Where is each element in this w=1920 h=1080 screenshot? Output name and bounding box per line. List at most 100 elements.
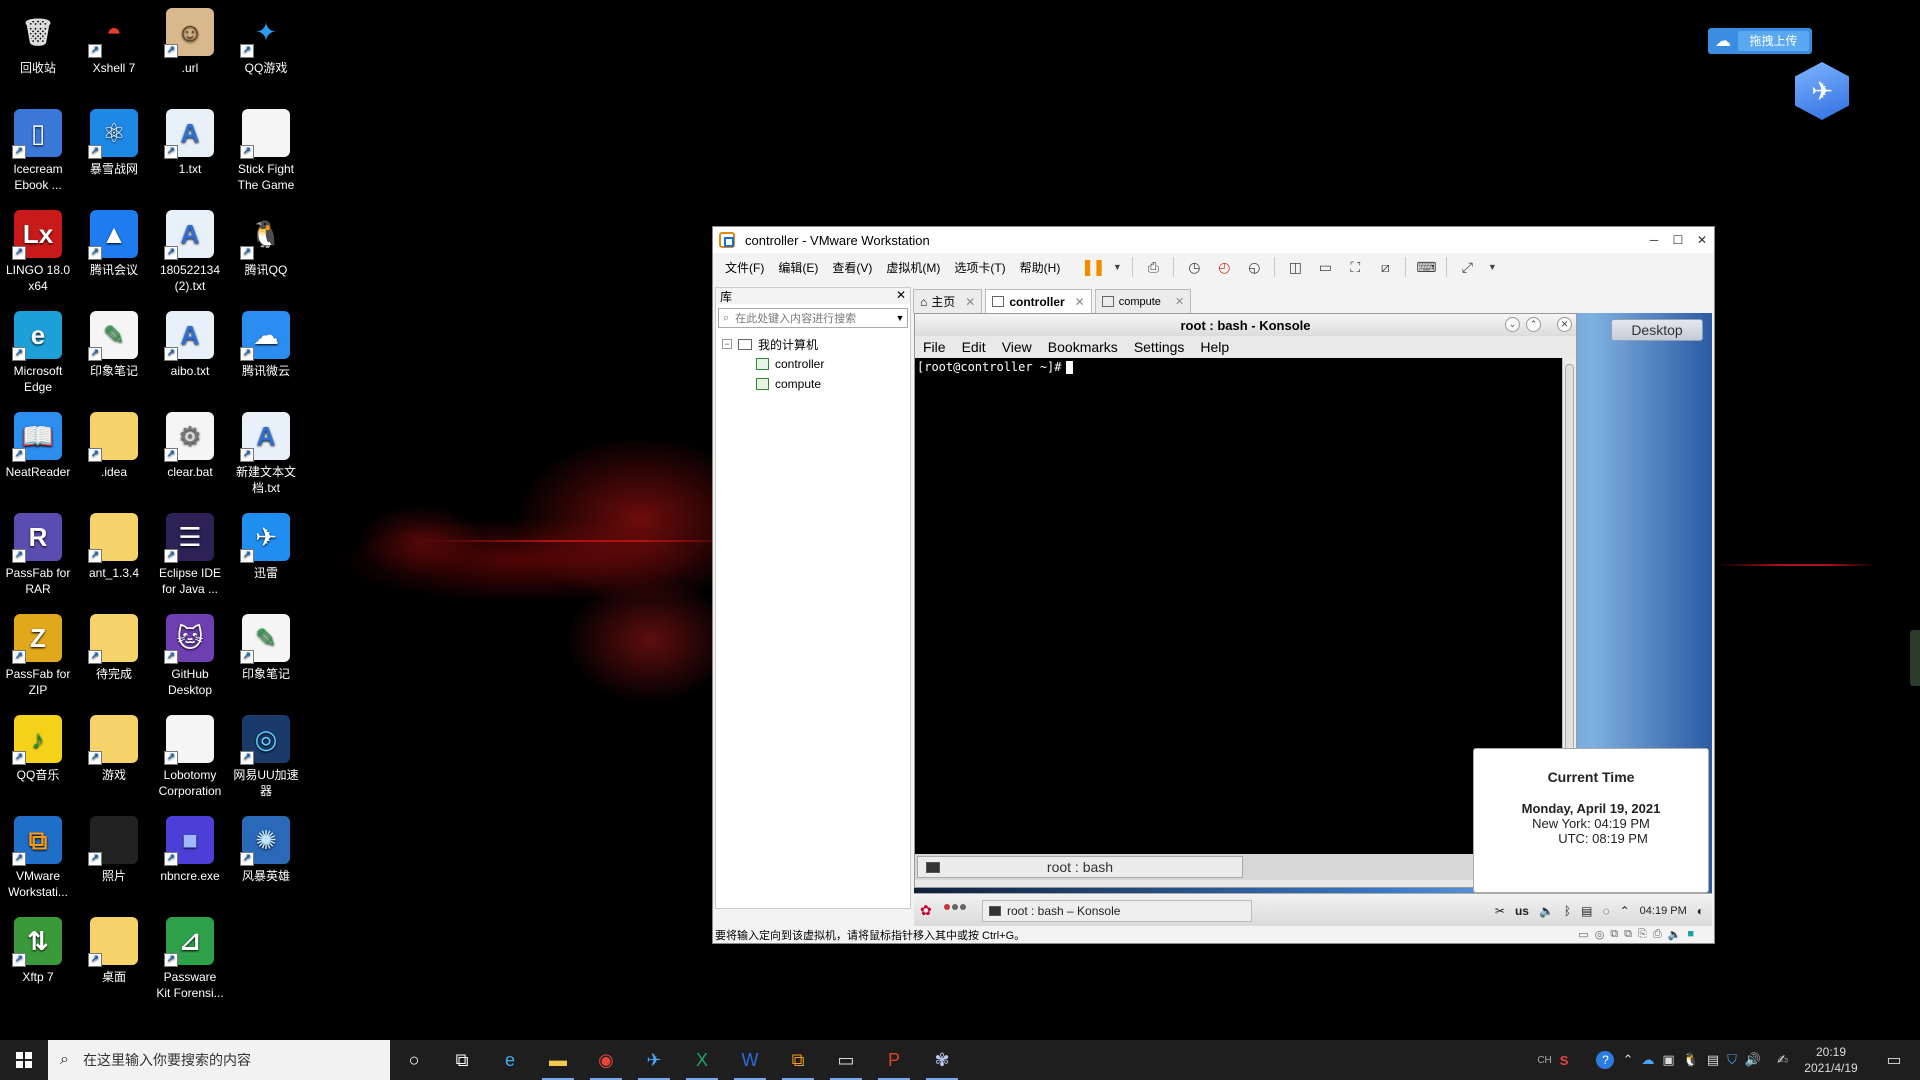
- tab-compute[interactable]: compute ✕: [1094, 289, 1192, 313]
- taskbar-clock[interactable]: 20:19 2021/4/19: [1796, 1044, 1866, 1076]
- pause-icon[interactable]: ❚❚: [1081, 257, 1106, 277]
- guest-taskbar-item[interactable]: root : bash – Konsole: [982, 899, 1252, 922]
- desktop-icon[interactable]: A ↗ 新建文本文 档.txt: [230, 412, 302, 496]
- bluetooth-icon[interactable]: ᛒ: [1564, 904, 1571, 918]
- unity-icon[interactable]: ⧄: [1375, 257, 1395, 277]
- desktop-icon[interactable]: A ↗ 180522134 (2).txt: [154, 210, 226, 294]
- send-ctrl-alt-del-icon[interactable]: ⎙: [1143, 257, 1163, 277]
- sound-icon[interactable]: 🔈: [1668, 928, 1682, 941]
- snapshot-icon[interactable]: ◷: [1184, 257, 1204, 277]
- tree-root[interactable]: − 我的计算机: [716, 334, 910, 354]
- desktop-icon[interactable]: ◎ ↗ 网易UU加速 器: [230, 715, 302, 799]
- library-search-input[interactable]: ⌕ 在此处键入内容进行搜索 ▼: [718, 308, 908, 328]
- tab-close-icon[interactable]: ✕: [1075, 295, 1085, 309]
- kde-launcher-icon[interactable]: ✿: [920, 902, 936, 918]
- menu-edit[interactable]: 编辑(E): [778, 259, 818, 276]
- xunlei-icon[interactable]: ✈: [630, 1040, 678, 1080]
- menu-tabs[interactable]: 选项卡(T): [954, 259, 1005, 276]
- desktop-icon[interactable]: ⊿ ↗ Passware Kit Forensi...: [154, 917, 226, 1001]
- pager-icon[interactable]: [944, 904, 966, 910]
- desktop-icon[interactable]: ↗ ant_1.3.4: [78, 513, 150, 581]
- desktop-icon[interactable]: ↗ Lobotomy Corporation: [154, 715, 226, 799]
- desktop-icon[interactable]: ⚛ ↗ 暴雪战网: [78, 109, 150, 177]
- menu-vm[interactable]: 虚拟机(M): [886, 259, 940, 276]
- hdd-icon[interactable]: ▭: [1578, 928, 1588, 941]
- tools-icon[interactable]: ✂: [1495, 904, 1505, 918]
- konsole-menu-help[interactable]: Help: [1200, 339, 1229, 355]
- konsole-menu-settings[interactable]: Settings: [1134, 339, 1185, 355]
- desktop-icon[interactable]: ◓ ↗ Xshell 7: [78, 8, 150, 76]
- network-adapter-icon[interactable]: ⧉: [1610, 928, 1618, 941]
- message-icon[interactable]: ■: [1687, 928, 1694, 941]
- desktop-icon[interactable]: R ↗ PassFab for RAR: [2, 513, 74, 597]
- usb-icon[interactable]: ⎘: [1638, 928, 1647, 941]
- pen-icon[interactable]: ✍: [1777, 1052, 1788, 1068]
- powerpoint-icon[interactable]: P: [870, 1040, 918, 1080]
- pause-dropdown-icon[interactable]: ▼: [1112, 257, 1122, 277]
- tab-home[interactable]: ⌂ 主页 ✕: [913, 289, 983, 313]
- desktop-icon[interactable]: ■ ↗ nbncre.exe: [154, 816, 226, 884]
- menu-help[interactable]: 帮助(H): [1020, 259, 1061, 276]
- volume-icon[interactable]: 🔊: [1745, 1052, 1761, 1068]
- desktop-icon[interactable]: ↗ 游戏: [78, 715, 150, 783]
- desktop-icon[interactable]: 🐱 ↗ GitHub Desktop: [154, 614, 226, 698]
- show-library-icon[interactable]: ◫: [1285, 257, 1305, 277]
- konsole-maximize-icon[interactable]: ⌃: [1526, 317, 1541, 332]
- guest-desktop-button[interactable]: Desktop: [1611, 319, 1703, 341]
- guest-clock[interactable]: 04:19 PM: [1640, 905, 1687, 917]
- desktop-icon[interactable]: ✈ ↗ 迅雷: [230, 513, 302, 581]
- desktop-icon[interactable]: ☺ ↗ .url: [154, 8, 226, 76]
- qq-tray-icon[interactable]: 🐧: [1683, 1052, 1699, 1068]
- desktop-icon[interactable]: ☁ ↗ 腾讯微云: [230, 311, 302, 379]
- desktop-icon[interactable]: ↗ Stick Fight The Game: [230, 109, 302, 193]
- side-panel-handle[interactable]: [1910, 630, 1920, 686]
- word-icon[interactable]: W: [726, 1040, 774, 1080]
- desktop-icon[interactable]: ✦ ↗ QQ游戏: [230, 8, 302, 76]
- cdrom-icon[interactable]: ◎: [1595, 928, 1605, 941]
- desktop-icon[interactable]: ▯ ↗ Icecream Ebook ...: [2, 109, 74, 193]
- konsole-close-icon[interactable]: ✕: [1557, 317, 1572, 332]
- desktop-icon[interactable]: 📖 ↗ NeatReader: [2, 412, 74, 480]
- desktop-icon[interactable]: A ↗ aibo.txt: [154, 311, 226, 379]
- tree-item-compute[interactable]: compute: [716, 374, 910, 394]
- vmware-icon[interactable]: ⧉: [774, 1040, 822, 1080]
- fan-app-icon[interactable]: ✾: [918, 1040, 966, 1080]
- desktop-icon[interactable]: ↗ 待完成: [78, 614, 150, 682]
- console-view-icon[interactable]: ⌨: [1416, 257, 1436, 277]
- sogou-input-icon[interactable]: S: [1560, 1053, 1569, 1068]
- cortana-icon[interactable]: ○: [390, 1040, 438, 1080]
- help-icon[interactable]: ?: [1596, 1051, 1615, 1069]
- clipboard-icon[interactable]: ▤: [1581, 904, 1592, 918]
- start-button[interactable]: [0, 1040, 48, 1080]
- edge-icon[interactable]: e: [486, 1040, 534, 1080]
- desktop-icon[interactable]: ♪ ↗ QQ音乐: [2, 715, 74, 783]
- desktop-icon[interactable]: ↗ .idea: [78, 412, 150, 480]
- excel-icon[interactable]: X: [678, 1040, 726, 1080]
- maximize-button[interactable]: ☐: [1666, 233, 1690, 247]
- volume-icon[interactable]: 🔈: [1539, 904, 1554, 918]
- tab-close-icon[interactable]: ✕: [965, 295, 975, 309]
- keyboard-layout[interactable]: us: [1515, 904, 1529, 918]
- chrome-icon[interactable]: ◉: [582, 1040, 630, 1080]
- notification-icon[interactable]: ▭: [1874, 1050, 1914, 1070]
- desktop-icon[interactable]: A ↗ 1.txt: [154, 109, 226, 177]
- network-status-icon[interactable]: ▤: [1707, 1052, 1719, 1068]
- library-close-icon[interactable]: ✕: [896, 288, 906, 304]
- tab-close-icon[interactable]: ✕: [1175, 295, 1184, 308]
- stretch-dropdown-icon[interactable]: ▼: [1487, 257, 1497, 277]
- screenshot-tray-icon[interactable]: ▣: [1662, 1052, 1674, 1068]
- minimize-button[interactable]: ─: [1642, 233, 1666, 247]
- desktop-icon[interactable]: Lx ↗ LINGO 18.0 x64: [2, 210, 74, 294]
- cashew-icon[interactable]: ◐: [1697, 904, 1704, 918]
- konsole-tab[interactable]: root : bash: [917, 856, 1243, 878]
- menu-view[interactable]: 查看(V): [832, 259, 872, 276]
- desktop-icon[interactable]: ✺ ↗ 风暴英雄: [230, 816, 302, 884]
- security-tray-icon[interactable]: ⛉: [1727, 1052, 1737, 1068]
- file-explorer-icon[interactable]: ▬: [534, 1040, 582, 1080]
- task-view-icon[interactable]: ⧉: [438, 1040, 486, 1080]
- desktop-icon[interactable]: ⧉ ↗ VMware Workstati...: [2, 816, 74, 900]
- desktop-icon[interactable]: Z ↗ PassFab for ZIP: [2, 614, 74, 698]
- desktop-icon[interactable]: ▲ ↗ 腾讯会议: [78, 210, 150, 278]
- desktop-icon[interactable]: ⚙ ↗ clear.bat: [154, 412, 226, 480]
- ime-indicator[interactable]: CH: [1537, 1055, 1551, 1066]
